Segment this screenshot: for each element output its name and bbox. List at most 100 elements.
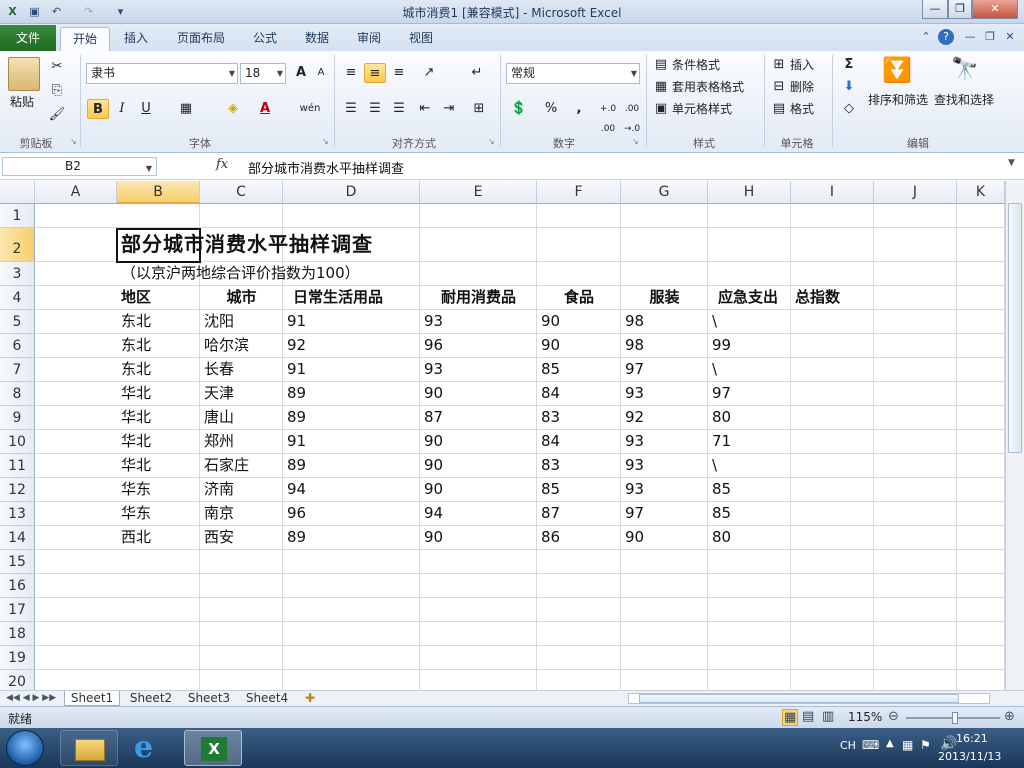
data-cell[interactable]: 92 xyxy=(621,406,708,429)
sheet-tab-4[interactable]: Sheet4 xyxy=(240,691,294,706)
data-cell[interactable]: 90 xyxy=(420,526,537,549)
align-center-icon[interactable]: ☰ xyxy=(364,99,386,119)
sheet-tab-2[interactable]: Sheet2 xyxy=(124,691,178,706)
row-header-19[interactable]: 19 xyxy=(0,646,35,670)
font-launcher-icon[interactable]: ↘ xyxy=(322,137,331,146)
column-header-g[interactable]: G xyxy=(621,181,708,204)
row-header-14[interactable]: 14 xyxy=(0,526,35,550)
clear-icon[interactable]: ◇ xyxy=(838,99,860,119)
zoom-out-icon[interactable]: ⊖ xyxy=(888,709,899,724)
header-cell[interactable]: 总指数 xyxy=(791,286,874,309)
data-cell[interactable]: 89 xyxy=(283,526,420,549)
header-cell[interactable]: 地区 xyxy=(117,286,200,309)
data-cell[interactable]: 90 xyxy=(420,454,537,477)
data-cell[interactable]: 83 xyxy=(537,406,621,429)
format-painter-icon[interactable]: 🖌 xyxy=(46,105,68,125)
minimize-ribbon-icon[interactable]: ⌃ xyxy=(918,29,934,45)
row-header-11[interactable]: 11 xyxy=(0,454,35,478)
font-size-box[interactable]: 18 ▼ xyxy=(240,63,286,84)
align-top-icon[interactable]: ≡ xyxy=(340,63,362,83)
row-header-4[interactable]: 4 xyxy=(0,286,35,310)
decrease-indent-icon[interactable]: ⇤ xyxy=(414,99,436,119)
comma-button[interactable]: , xyxy=(568,99,590,119)
data-cell[interactable]: 89 xyxy=(283,454,420,477)
page-break-view-icon[interactable]: ▥ xyxy=(822,709,834,724)
column-header-a[interactable]: A xyxy=(35,181,117,204)
data-cell[interactable]: 郑州 xyxy=(200,430,283,453)
row-header-3[interactable]: 3 xyxy=(0,262,35,286)
merge-center-icon[interactable]: ⊞ xyxy=(468,99,490,119)
data-cell[interactable]: \ xyxy=(708,454,791,477)
clock-date[interactable]: 2013/11/13 xyxy=(938,750,1001,763)
data-cell[interactable]: 98 xyxy=(621,334,708,357)
data-cell[interactable]: 94 xyxy=(420,502,537,525)
data-cell[interactable]: 98 xyxy=(621,310,708,333)
column-header-f[interactable]: F xyxy=(537,181,621,204)
data-cell[interactable]: 西北 xyxy=(117,526,200,549)
data-cell[interactable]: 87 xyxy=(537,502,621,525)
fill-color-button[interactable]: ◈ xyxy=(222,99,244,119)
network-icon[interactable]: ▦ xyxy=(902,738,913,752)
data-cell[interactable]: 济南 xyxy=(200,478,283,501)
data-cell[interactable]: 80 xyxy=(708,526,791,549)
zoom-level[interactable]: 115% xyxy=(848,710,882,724)
insert-button[interactable]: 插入 xyxy=(790,56,814,74)
row-header-8[interactable]: 8 xyxy=(0,382,35,406)
page-layout-view-icon[interactable]: ▤ xyxy=(802,709,814,724)
row-header-1[interactable]: 1 xyxy=(0,204,35,228)
data-cell[interactable]: 99 xyxy=(708,334,791,357)
column-header-j[interactable]: J xyxy=(874,181,957,204)
row-header-12[interactable]: 12 xyxy=(0,478,35,502)
row-header-13[interactable]: 13 xyxy=(0,502,35,526)
data-cell[interactable]: 华北 xyxy=(117,406,200,429)
header-cell[interactable]: 城市 xyxy=(200,286,283,309)
data-cell[interactable]: 85 xyxy=(708,502,791,525)
explorer-icon[interactable] xyxy=(60,730,118,766)
doc-minimize-icon[interactable]: — xyxy=(962,29,978,45)
font-name-box[interactable]: 隶书 ▼ xyxy=(86,63,238,84)
maximize-button[interactable]: ❐ xyxy=(948,0,972,19)
tab-data[interactable]: 数据 xyxy=(297,27,337,51)
row-header-15[interactable]: 15 xyxy=(0,550,35,574)
language-indicator[interactable]: CH xyxy=(840,739,856,752)
tab-insert[interactable]: 插入 xyxy=(116,27,156,51)
number-launcher-icon[interactable]: ↘ xyxy=(632,137,641,146)
paste-icon[interactable] xyxy=(8,57,40,91)
sheet-subtitle-cell[interactable]: （以京沪两地综合评价指数为100） xyxy=(117,262,360,285)
header-cell[interactable]: 耐用消费品 xyxy=(420,286,537,309)
data-cell[interactable]: \ xyxy=(708,310,791,333)
format-button[interactable]: 格式 xyxy=(790,100,814,118)
excel-taskbar-icon[interactable]: X xyxy=(184,730,242,766)
data-cell[interactable]: 80 xyxy=(708,406,791,429)
data-cell[interactable]: 87 xyxy=(420,406,537,429)
data-cell[interactable]: 91 xyxy=(283,310,420,333)
data-cell[interactable]: 90 xyxy=(537,310,621,333)
data-cell[interactable]: 西安 xyxy=(200,526,283,549)
data-cell[interactable]: 华北 xyxy=(117,454,200,477)
data-cell[interactable]: 华北 xyxy=(117,382,200,405)
data-cell[interactable]: 东北 xyxy=(117,334,200,357)
data-cell[interactable]: 83 xyxy=(537,454,621,477)
delete-button[interactable]: 删除 xyxy=(790,78,814,96)
data-cell[interactable]: 91 xyxy=(283,358,420,381)
align-bottom-icon[interactable]: ≡ xyxy=(388,63,410,83)
header-cell[interactable]: 应急支出 xyxy=(708,286,791,309)
paste-button[interactable]: 粘贴 xyxy=(10,93,34,111)
formula-input[interactable]: 部分城市消费水平抽样调查 xyxy=(248,158,404,177)
data-cell[interactable]: 97 xyxy=(621,502,708,525)
sheet-tab-3[interactable]: Sheet3 xyxy=(182,691,236,706)
header-cell[interactable]: 日常生活用品 xyxy=(283,286,420,309)
cell-styles-button[interactable]: 单元格样式 xyxy=(672,100,732,118)
data-cell[interactable]: 南京 xyxy=(200,502,283,525)
data-cell[interactable]: 93 xyxy=(621,430,708,453)
sort-filter-icon[interactable]: ⏬ xyxy=(880,55,914,85)
data-cell[interactable]: 天津 xyxy=(200,382,283,405)
zoom-slider[interactable] xyxy=(906,712,1000,724)
format-as-table-button[interactable]: 套用表格格式 xyxy=(672,78,744,96)
column-header-i[interactable]: I xyxy=(791,181,874,204)
tab-formulas[interactable]: 公式 xyxy=(245,27,285,51)
tab-file[interactable]: 文件 xyxy=(0,25,56,51)
insert-function-button[interactable]: fx xyxy=(216,157,228,172)
cut-icon[interactable]: ✂ xyxy=(46,57,68,77)
row-header-5[interactable]: 5 xyxy=(0,310,35,334)
